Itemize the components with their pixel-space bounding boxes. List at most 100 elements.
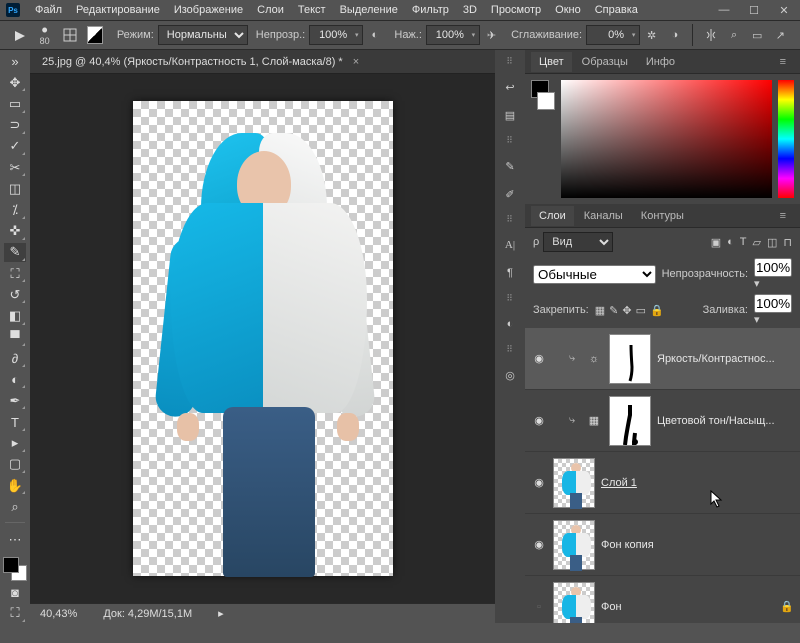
tool-preset-picker[interactable] (12, 26, 27, 44)
visibility-toggle[interactable]: ◉ (531, 476, 547, 489)
canvas[interactable] (133, 101, 393, 576)
pen-tool[interactable]: ✒ (4, 391, 26, 410)
menu-view[interactable]: Просмотр (484, 1, 548, 19)
doc-size-info[interactable]: Док: 4,29M/15,1M (103, 608, 192, 620)
document-tab[interactable]: 25.jpg @ 40,4% (Яркость/Контрастность 1,… (30, 50, 495, 74)
tab-channels[interactable]: Каналы (576, 206, 631, 226)
tab-info[interactable]: Инфо (638, 52, 683, 72)
smoothing-gear-icon[interactable]: ✲ (644, 26, 659, 44)
filter-adjust-icon[interactable]: ◐ (727, 236, 734, 249)
menu-window[interactable]: Окно (548, 1, 588, 19)
layer-name[interactable]: Фон копия (601, 539, 794, 551)
layer-opacity-input[interactable] (754, 258, 792, 277)
color-swatch-pair[interactable] (531, 80, 555, 198)
layer-row-sloy1[interactable]: ◉ Слой 1 (525, 452, 800, 514)
blend-mode-select[interactable]: Нормальный (158, 25, 248, 45)
visibility-toggle[interactable]: ▫ (531, 601, 547, 613)
layer-opacity-dropdown[interactable]: ▾ (754, 277, 792, 290)
visibility-toggle[interactable]: ◉ (531, 538, 547, 551)
foreground-background-colors[interactable] (3, 557, 27, 580)
clone-stamp-tool[interactable]: ⛶ (4, 264, 26, 283)
canvas-viewport[interactable] (30, 74, 495, 603)
adjustments-panel-icon[interactable]: ◐ (500, 314, 520, 334)
layer-row-fonkopy[interactable]: ◉ Фон копия (525, 514, 800, 576)
menu-type[interactable]: Текст (291, 1, 333, 19)
dodge-tool[interactable]: ◐ (4, 370, 26, 389)
menu-layer[interactable]: Слои (250, 1, 291, 19)
pressure-opacity-icon[interactable]: ◐ (367, 26, 382, 44)
tab-paths[interactable]: Контуры (633, 206, 692, 226)
path-select-tool[interactable]: ▸ (4, 434, 26, 453)
layer-thumb[interactable] (553, 582, 595, 624)
gradient-tool[interactable]: ▀ (4, 328, 26, 347)
menu-select[interactable]: Выделение (333, 1, 405, 19)
brush-preview[interactable]: • 80 (31, 22, 58, 48)
spot-heal-tool[interactable]: ✜ (4, 222, 26, 241)
layer-blend-select[interactable]: Обычные (533, 265, 656, 284)
layer-mask-thumb[interactable] (609, 334, 651, 384)
visibility-toggle[interactable]: ◉ (531, 352, 547, 365)
status-arrow-icon[interactable]: ▸ (218, 607, 224, 620)
window-minimize-button[interactable]: — (714, 4, 734, 17)
panel-grip[interactable]: ⠿ (506, 293, 514, 304)
layer-name[interactable]: Цветовой тон/Насыщ... (657, 415, 794, 427)
workspace-switcher-icon[interactable]: ▭ (750, 26, 765, 44)
collapse-toolbox[interactable]: » (4, 52, 26, 71)
flow-dropdown[interactable]: ▾ (468, 25, 480, 45)
symmetry-icon[interactable] (703, 26, 718, 44)
layer-filter-kind[interactable]: Вид (543, 232, 613, 252)
layer-name[interactable]: Яркость/Контрастнос... (657, 353, 794, 365)
opacity-input[interactable] (309, 25, 351, 45)
opacity-dropdown[interactable]: ▾ (351, 25, 363, 45)
lock-pixels-icon[interactable]: ✎ (609, 304, 618, 317)
blur-tool[interactable]: ∂ (4, 349, 26, 368)
zoom-tool[interactable]: ⌕ (4, 497, 26, 516)
crop-tool[interactable]: ✂ (4, 158, 26, 177)
window-maximize-button[interactable]: ☐ (744, 4, 764, 17)
type-tool[interactable]: T (4, 412, 26, 431)
edit-toolbar-icon[interactable]: ⋯ (4, 530, 26, 549)
move-tool[interactable]: ✥ (4, 73, 26, 92)
properties-panel-icon[interactable]: ▤ (500, 105, 520, 125)
rectangle-tool[interactable]: ▢ (4, 455, 26, 474)
frame-tool[interactable]: ◫ (4, 179, 26, 198)
layers-panel-menu-icon[interactable]: ≡ (772, 206, 794, 226)
layer-thumb[interactable] (553, 458, 595, 508)
screen-mode-toggle[interactable]: ⛶ (4, 604, 26, 623)
layer-row-fon[interactable]: ▫ Фон 🔒 (525, 576, 800, 623)
share-icon[interactable]: ↗ (773, 26, 788, 44)
marquee-tool[interactable]: ▭ (4, 94, 26, 113)
menu-filter[interactable]: Фильтр (405, 1, 456, 19)
lasso-tool[interactable]: ⊃ (4, 116, 26, 135)
zoom-percentage[interactable]: 40,43% (40, 608, 77, 620)
tab-color[interactable]: Цвет (531, 52, 572, 72)
panel-grip[interactable]: ⠿ (506, 344, 514, 355)
color-panel-bg-swatch[interactable] (537, 92, 555, 110)
color-field[interactable] (561, 80, 772, 198)
tab-swatches[interactable]: Образцы (574, 52, 636, 72)
panel-grip[interactable]: ⠿ (506, 56, 514, 67)
brush-settings-panel-icon[interactable]: ✐ (500, 184, 520, 204)
foreground-color-swatch[interactable] (3, 557, 19, 573)
menu-help[interactable]: Справка (588, 1, 645, 19)
filter-shape-icon[interactable]: ▱ (753, 236, 761, 249)
libraries-panel-icon[interactable]: ◎ (500, 365, 520, 385)
visibility-toggle[interactable]: ◉ (531, 414, 547, 427)
window-close-button[interactable]: ✕ (774, 4, 794, 17)
layer-fill-dropdown[interactable]: ▾ (754, 313, 792, 326)
layer-mask-thumb[interactable] (609, 396, 651, 446)
brush-tool[interactable]: ✎ (4, 243, 26, 262)
menu-3d[interactable]: 3D (456, 1, 484, 19)
layer-name[interactable]: Слой 1 (601, 477, 794, 489)
eyedropper-tool[interactable]: ⁒ (4, 200, 26, 219)
menu-edit[interactable]: Редактирование (69, 1, 167, 19)
tab-layers[interactable]: Слои (531, 206, 574, 226)
history-brush-tool[interactable]: ↺ (4, 285, 26, 304)
hand-tool[interactable]: ✋ (4, 476, 26, 495)
color-panel-menu-icon[interactable]: ≡ (772, 52, 794, 72)
brush-blend-swap-icon[interactable] (87, 26, 102, 44)
paragraph-panel-icon[interactable]: ¶ (500, 263, 520, 283)
search-icon[interactable]: ⌕ (726, 26, 741, 44)
brushes-panel-icon[interactable]: ✎ (500, 156, 520, 176)
smoothing-input[interactable] (586, 25, 628, 45)
